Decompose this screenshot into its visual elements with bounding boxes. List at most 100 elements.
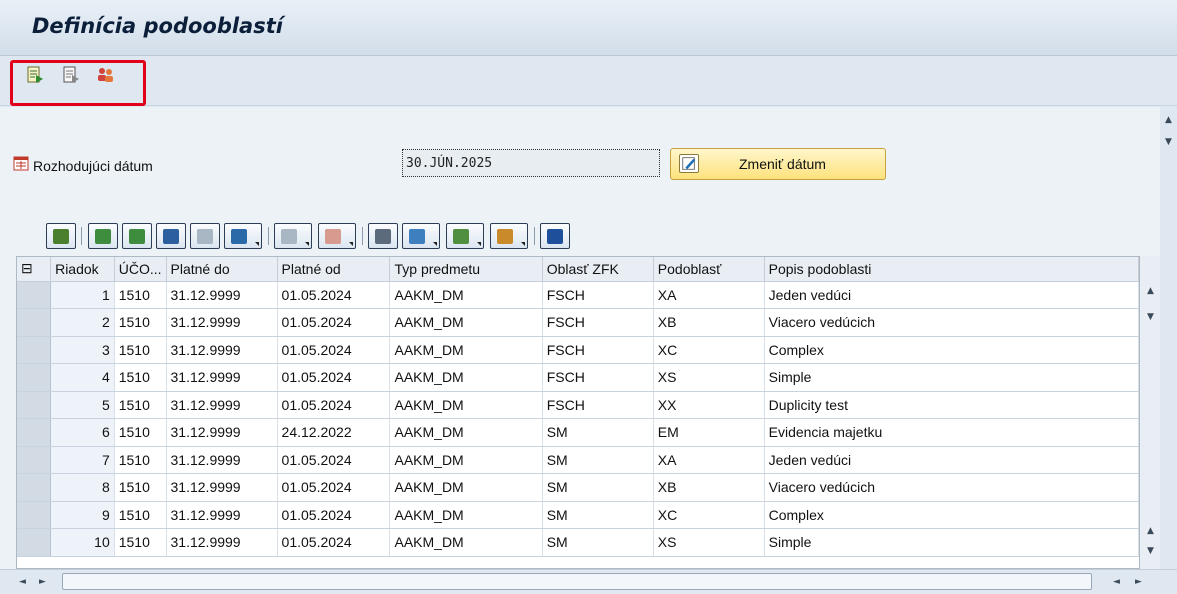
column-header[interactable]: Podoblasť xyxy=(653,257,765,282)
layout-button[interactable] xyxy=(490,223,528,249)
table-cell: Jeden vedúci xyxy=(764,446,1139,474)
grid-page-down-icon[interactable]: ▼ xyxy=(1142,546,1159,556)
export-button[interactable] xyxy=(446,223,484,249)
column-header[interactable]: ÚČO... xyxy=(114,257,167,282)
scroll-left-icon[interactable]: ◄ xyxy=(1108,577,1125,587)
grid-scrollbar[interactable]: ▲ ▼ ▲ ▼ xyxy=(1140,256,1160,569)
table-cell: Simple xyxy=(764,363,1139,392)
table-cell: 01.05.2024 xyxy=(277,336,391,364)
subtotal-button[interactable] xyxy=(318,223,356,249)
row-selector[interactable] xyxy=(17,501,52,529)
table-cell: SM xyxy=(542,446,654,474)
printer-icon xyxy=(375,229,391,244)
filter-icon xyxy=(231,229,247,244)
sort-ascending-button[interactable] xyxy=(88,223,118,249)
alv-toolbar xyxy=(46,222,706,250)
change-date-button[interactable]: Zmeniť dátum xyxy=(670,148,886,180)
table-cell: 31.12.9999 xyxy=(166,363,278,392)
grid-scroll-down-icon[interactable]: ▼ xyxy=(1142,312,1159,322)
table-cell: FSCH xyxy=(542,363,654,392)
details-button[interactable] xyxy=(46,223,76,249)
row-selector[interactable] xyxy=(17,391,52,419)
scroll-right-icon[interactable]: ► xyxy=(1130,577,1147,587)
date-field[interactable]: 30.JÚN.2025 xyxy=(402,149,660,177)
info-button[interactable] xyxy=(540,223,570,249)
sort-asc-icon xyxy=(95,229,111,244)
table-row[interactable]: 10 1510 31.12.9999 01.05.2024 AAKM_DM SM XS Sim… xyxy=(17,528,1139,557)
binoculars-next-icon xyxy=(197,229,213,244)
column-header[interactable]: Typ predmetu xyxy=(389,257,543,282)
row-selector[interactable] xyxy=(17,418,52,447)
table-cell: 31.12.9999 xyxy=(166,501,278,529)
table-cell: 1510 xyxy=(114,446,167,474)
select-all-icon[interactable]: ⊟ xyxy=(17,257,52,282)
table-cell: 1510 xyxy=(114,363,167,392)
filter-button[interactable] xyxy=(224,223,262,249)
row-selector[interactable] xyxy=(17,363,52,392)
table-cell: 24.12.2022 xyxy=(277,418,391,447)
find-next-button[interactable] xyxy=(190,223,220,249)
date-label: Rozhodujúci dátum xyxy=(33,158,153,174)
table-row[interactable]: 8 1510 31.12.9999 01.05.2024 AAKM_DM SM XB Viac… xyxy=(17,473,1139,502)
table-row[interactable]: 5 1510 31.12.9999 01.05.2024 AAKM_DM FSCH XX Du… xyxy=(17,391,1139,419)
column-header[interactable]: Popis podoblasti xyxy=(764,257,1139,282)
table-cell: 7 xyxy=(50,446,115,474)
row-selector[interactable] xyxy=(17,336,52,364)
table-cell: 01.05.2024 xyxy=(277,528,391,557)
table-row[interactable]: 9 1510 31.12.9999 01.05.2024 AAKM_DM SM XC Comp… xyxy=(17,501,1139,529)
separator xyxy=(362,227,363,245)
find-button[interactable] xyxy=(156,223,186,249)
table-cell: 4 xyxy=(50,363,115,392)
table-cell: 9 xyxy=(50,501,115,529)
row-selector[interactable] xyxy=(17,446,52,474)
table-cell: SM xyxy=(542,528,654,557)
scroll-thumb[interactable] xyxy=(62,573,1092,590)
table-cell: SM xyxy=(542,418,654,447)
scroll-left-icon[interactable]: ◄ xyxy=(14,577,31,587)
table-cell: 3 xyxy=(50,336,115,364)
grid-page-up-icon[interactable]: ▲ xyxy=(1142,526,1159,536)
info-icon xyxy=(547,229,563,244)
row-selector[interactable] xyxy=(17,528,52,557)
table-cell: 2 xyxy=(50,308,115,337)
users-icon[interactable] xyxy=(96,66,114,84)
page-scrollbar[interactable]: ▲ ▼ xyxy=(1160,107,1177,575)
table-cell: Viacero vedúcich xyxy=(764,473,1139,502)
scroll-up-icon[interactable]: ▲ xyxy=(1160,115,1177,125)
table-cell: 31.12.9999 xyxy=(166,418,278,447)
table-cell: 1510 xyxy=(114,391,167,419)
table-cell: Simple xyxy=(764,528,1139,557)
print-button[interactable] xyxy=(368,223,398,249)
views-button[interactable] xyxy=(402,223,440,249)
separator xyxy=(534,227,535,245)
display-icon[interactable] xyxy=(62,66,80,84)
column-header[interactable]: Riadok xyxy=(50,257,115,282)
row-selector[interactable] xyxy=(17,308,52,337)
total-button[interactable] xyxy=(274,223,312,249)
table-cell: 01.05.2024 xyxy=(277,501,391,529)
table-row[interactable]: 7 1510 31.12.9999 01.05.2024 AAKM_DM SM XA Jede… xyxy=(17,446,1139,474)
table-row[interactable]: 6 1510 31.12.9999 24.12.2022 AAKM_DM SM EM Evid… xyxy=(17,418,1139,447)
table-row[interactable]: 1 1510 31.12.9999 01.05.2024 AAKM_DM FSCH XA Je… xyxy=(17,281,1139,309)
column-header[interactable]: Platné do xyxy=(166,257,278,282)
table-row[interactable]: 2 1510 31.12.9999 01.05.2024 AAKM_DM FSCH XB Vi… xyxy=(17,308,1139,337)
scroll-right-icon[interactable]: ► xyxy=(34,577,51,587)
table-cell: 1510 xyxy=(114,473,167,502)
sort-descending-button[interactable] xyxy=(122,223,152,249)
binoculars-icon xyxy=(163,229,179,244)
table-cell: 1510 xyxy=(114,336,167,364)
row-selector[interactable] xyxy=(17,281,52,309)
table-cell: XB xyxy=(653,473,765,502)
views-icon xyxy=(409,229,425,244)
scroll-down-icon[interactable]: ▼ xyxy=(1160,137,1177,147)
horizontal-scrollbar[interactable]: ◄ ► ◄ ► xyxy=(0,569,1177,594)
table-row[interactable]: 3 1510 31.12.9999 01.05.2024 AAKM_DM FSCH XC Co… xyxy=(17,336,1139,364)
column-header[interactable]: Platné od xyxy=(277,257,391,282)
column-header[interactable]: Oblasť ZFK xyxy=(542,257,654,282)
table-cell: 1510 xyxy=(114,308,167,337)
execute-icon[interactable] xyxy=(26,66,44,84)
row-selector[interactable] xyxy=(17,473,52,502)
table-cell: FSCH xyxy=(542,308,654,337)
grid-scroll-up-icon[interactable]: ▲ xyxy=(1142,286,1159,296)
table-row[interactable]: 4 1510 31.12.9999 01.05.2024 AAKM_DM FSCH XS Si… xyxy=(17,363,1139,392)
